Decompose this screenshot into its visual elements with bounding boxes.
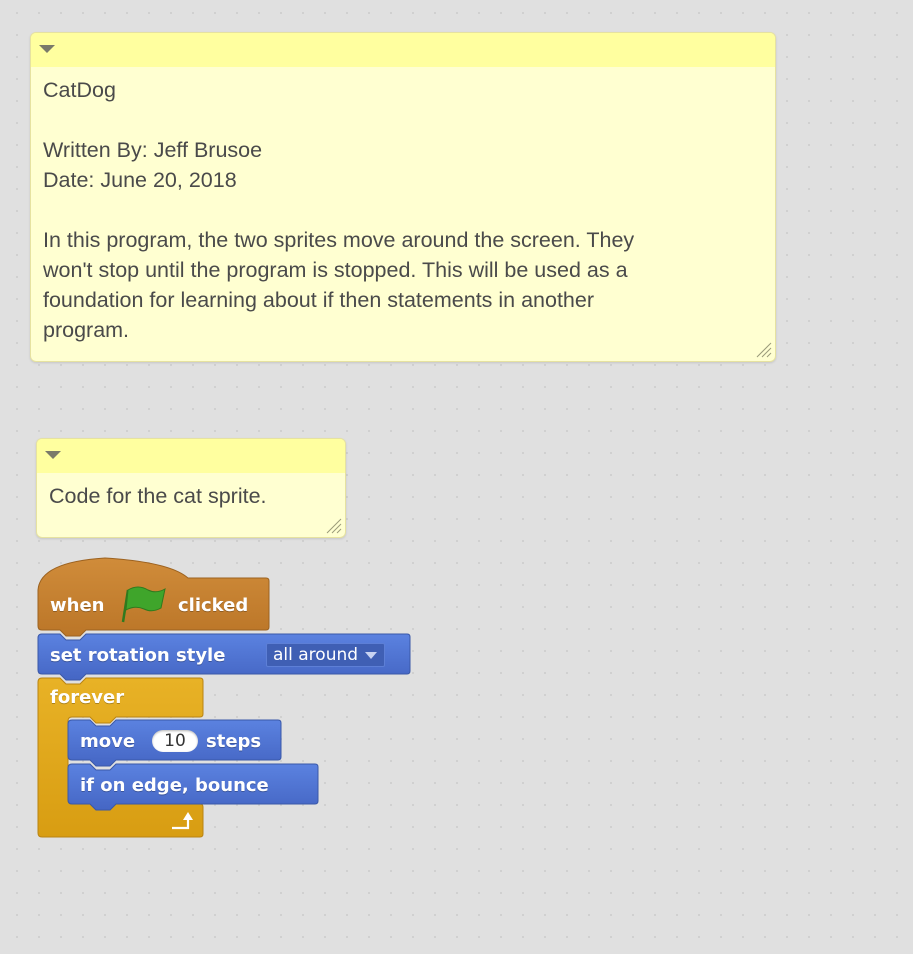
rotation-style-dropdown[interactable]: all around — [266, 643, 386, 667]
forever-label: forever — [50, 687, 125, 708]
script-shapes — [37, 557, 411, 838]
steps-input[interactable]: 10 — [152, 730, 198, 752]
rotation-style-label: set rotation style — [50, 645, 226, 666]
hat-clicked-label: clicked — [178, 595, 249, 616]
rotation-style-value: all around — [273, 645, 359, 665]
hat-when-label: when — [50, 595, 105, 616]
dropdown-arrow-icon — [365, 652, 378, 659]
steps-label: steps — [206, 731, 262, 752]
move-label: move — [80, 731, 136, 752]
bounce-label: if on edge, bounce — [80, 775, 269, 796]
